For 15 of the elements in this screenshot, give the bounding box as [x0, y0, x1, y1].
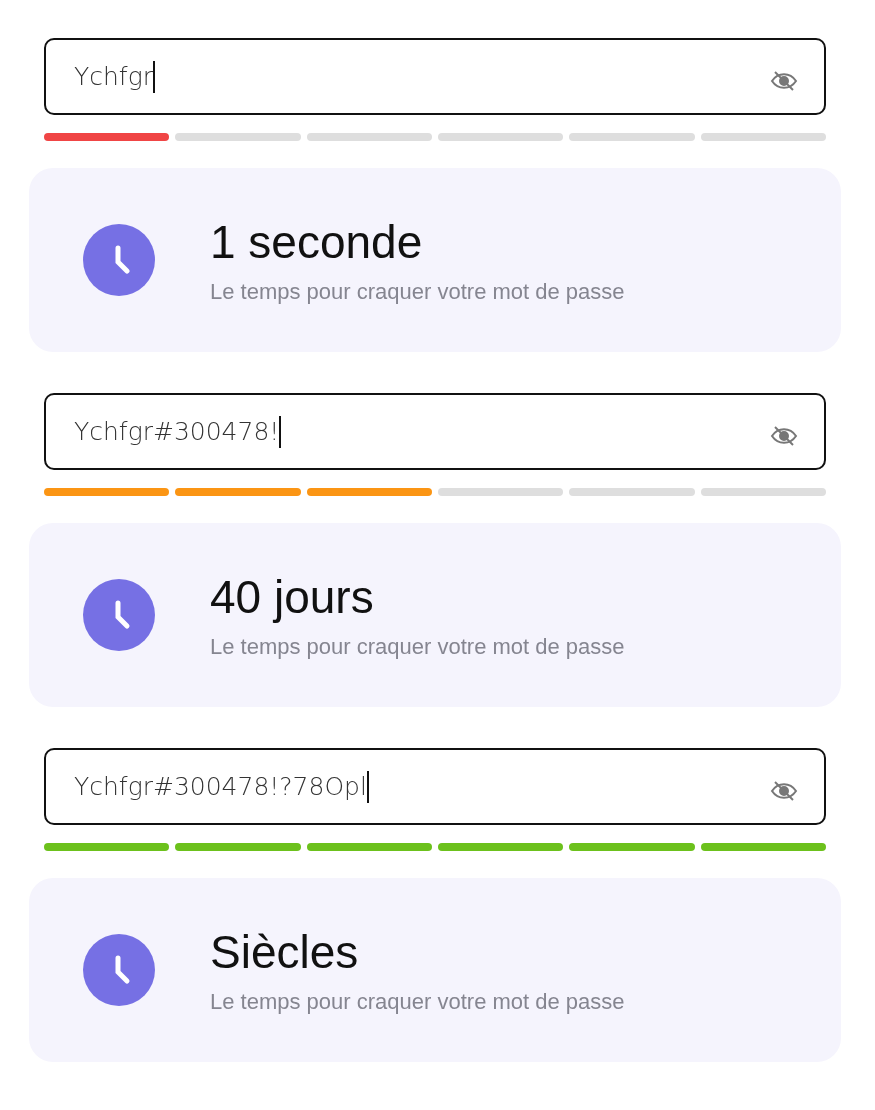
crack-time-caption: Le temps pour craquer votre mot de passe: [210, 634, 625, 660]
clock-icon: [83, 934, 155, 1006]
password-field[interactable]: Ychfgr: [44, 38, 826, 115]
clock-icon: [83, 579, 155, 651]
eye-hidden-icon[interactable]: [770, 423, 798, 448]
crack-time: 40 jours: [210, 570, 375, 624]
crack-time-caption: Le temps pour craquer votre mot de passe: [210, 989, 625, 1015]
password-field[interactable]: Ychfgr#300478!?78Opl: [44, 748, 826, 825]
crack-time: 1 seconde: [210, 215, 424, 269]
crack-time: Siècles: [210, 925, 360, 979]
clock-icon: [83, 224, 155, 296]
eye-hidden-icon[interactable]: [770, 778, 798, 803]
eye-hidden-icon[interactable]: [770, 68, 798, 93]
password-field[interactable]: Ychfgr#300478!: [44, 393, 826, 470]
crack-time-caption: Le temps pour craquer votre mot de passe: [210, 279, 625, 305]
